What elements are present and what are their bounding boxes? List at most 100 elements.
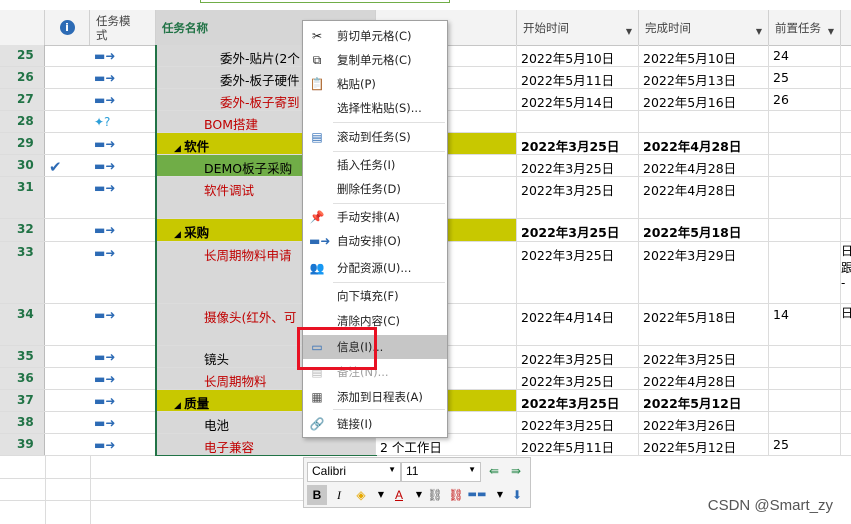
predecessors-cell[interactable]: [769, 368, 841, 389]
start-cell[interactable]: 2022年4月14日: [517, 304, 639, 345]
italic-button[interactable]: I: [329, 485, 349, 505]
start-cell[interactable]: 2022年3月25日: [517, 177, 639, 218]
finish-cell[interactable]: 2022年5月18日: [639, 304, 769, 345]
font-name-select[interactable]: Calibri ▼: [307, 462, 401, 482]
start-cell[interactable]: 2022年3月25日: [517, 242, 639, 303]
task-mode-cell[interactable]: ▬➜: [90, 67, 156, 88]
task-mode-cell[interactable]: ▬➜: [90, 304, 156, 345]
next-column-header[interactable]: [841, 10, 851, 45]
finish-header[interactable]: 完成时间 ▼: [639, 10, 769, 45]
bold-button[interactable]: B: [307, 485, 327, 505]
row-number[interactable]: 29: [0, 133, 45, 154]
task-mode-cell[interactable]: ▬➜: [90, 219, 156, 241]
finish-cell[interactable]: [639, 111, 769, 132]
menu-item-add-to-timeline[interactable]: ▦ 添加到日程表(A): [303, 385, 447, 409]
start-cell[interactable]: [517, 111, 639, 132]
predecessors-cell[interactable]: [769, 242, 841, 303]
chevron-down-icon[interactable]: ▼: [756, 25, 762, 39]
task-mode-header[interactable]: 任务模 式: [90, 10, 156, 45]
predecessors-cell[interactable]: 14: [769, 304, 841, 345]
row-number[interactable]: 28: [0, 111, 45, 132]
predecessors-cell[interactable]: [769, 133, 841, 154]
predecessors-header[interactable]: 前置任务 ▼: [769, 10, 841, 45]
start-cell[interactable]: 2022年5月11日: [517, 67, 639, 88]
start-cell[interactable]: 2022年3月25日: [517, 155, 639, 176]
predecessors-cell[interactable]: 26: [769, 89, 841, 110]
menu-item-cut-cell[interactable]: ✂ 剪切单元格(C): [303, 24, 447, 48]
start-cell[interactable]: 2022年3月25日: [517, 390, 639, 411]
chevron-down-icon[interactable]: ▼: [371, 485, 391, 505]
finish-cell[interactable]: 2022年3月29日: [639, 242, 769, 303]
chevron-down-icon[interactable]: ▼: [828, 25, 834, 39]
menu-item-scroll-to-task[interactable]: ▤ 滚动到任务(S): [303, 125, 447, 149]
task-mode-cell[interactable]: ✦?: [90, 111, 156, 132]
menu-item-paste-special[interactable]: 选择性粘贴(S)...: [303, 96, 447, 120]
row-number[interactable]: 30: [0, 155, 45, 176]
task-mode-cell[interactable]: ▬➜: [90, 434, 156, 455]
predecessors-cell[interactable]: [769, 111, 841, 132]
predecessors-cell[interactable]: [769, 390, 841, 411]
row-number[interactable]: 36: [0, 368, 45, 389]
menu-item-auto-schedule[interactable]: ▬➜ 自动安排(O): [303, 229, 447, 253]
row-number[interactable]: 33: [0, 242, 45, 303]
percent-complete-icon[interactable]: ▬▬: [467, 485, 487, 505]
task-mode-cell[interactable]: ▬➜: [90, 412, 156, 433]
menu-item-insert-task[interactable]: 插入任务(I): [303, 153, 447, 177]
finish-cell[interactable]: 2022年5月13日: [639, 67, 769, 88]
finish-cell[interactable]: 2022年5月16日: [639, 89, 769, 110]
start-cell[interactable]: 2022年3月25日: [517, 219, 639, 241]
row-number[interactable]: 27: [0, 89, 45, 110]
font-size-select[interactable]: 11 ▼: [401, 462, 481, 482]
predecessors-cell[interactable]: [769, 412, 841, 433]
finish-cell[interactable]: 2022年3月25日: [639, 346, 769, 367]
predecessors-cell[interactable]: 25: [769, 67, 841, 88]
menu-item-link[interactable]: 🔗 链接(I): [303, 412, 447, 436]
row-number[interactable]: 31: [0, 177, 45, 218]
task-mode-cell[interactable]: ▬➜: [90, 89, 156, 110]
finish-cell[interactable]: 2022年4月28日: [639, 155, 769, 176]
start-header[interactable]: 开始时间 ▼: [517, 10, 639, 45]
predecessors-cell[interactable]: 24: [769, 45, 841, 66]
row-number[interactable]: 34: [0, 304, 45, 345]
task-mode-cell[interactable]: ▬➜: [90, 242, 156, 303]
task-mode-cell[interactable]: ▬➜: [90, 390, 156, 411]
row-number[interactable]: 32: [0, 219, 45, 241]
fill-color-icon[interactable]: ◈: [351, 485, 371, 505]
menu-item-copy-cell[interactable]: ⧉ 复制单元格(C): [303, 48, 447, 72]
unlink-tasks-icon[interactable]: ⛓: [446, 485, 466, 505]
chevron-down-icon[interactable]: ▼: [626, 25, 632, 39]
predecessors-cell[interactable]: [769, 155, 841, 176]
start-cell[interactable]: 2022年3月25日: [517, 346, 639, 367]
start-cell[interactable]: 2022年5月10日: [517, 45, 639, 66]
finish-cell[interactable]: 2022年5月12日: [639, 390, 769, 411]
start-cell[interactable]: 2022年3月25日: [517, 133, 639, 154]
row-header-corner[interactable]: [0, 10, 45, 45]
predecessors-cell[interactable]: 25: [769, 434, 841, 455]
start-cell[interactable]: 2022年5月14日: [517, 89, 639, 110]
menu-item-paste[interactable]: 📋 粘贴(P): [303, 72, 447, 96]
menu-item-manual-schedule[interactable]: 📌 手动安排(A): [303, 205, 447, 229]
task-mode-cell[interactable]: ▬➜: [90, 368, 156, 389]
outdent-icon[interactable]: ⇚: [484, 461, 504, 481]
predecessors-cell[interactable]: [769, 177, 841, 218]
link-tasks-icon[interactable]: ⛓: [425, 485, 445, 505]
start-cell[interactable]: 2022年3月25日: [517, 412, 639, 433]
task-mode-cell[interactable]: ▬➜: [90, 177, 156, 218]
finish-cell[interactable]: 2022年3月26日: [639, 412, 769, 433]
menu-item-delete-task[interactable]: 删除任务(D): [303, 177, 447, 201]
finish-cell[interactable]: 2022年5月12日: [639, 434, 769, 455]
predecessors-cell[interactable]: [769, 219, 841, 241]
finish-cell[interactable]: 2022年4月28日: [639, 368, 769, 389]
indent-icon[interactable]: ⇛: [506, 461, 526, 481]
menu-item-assign-resources[interactable]: 👥 分配资源(U)...: [303, 256, 447, 280]
finish-cell[interactable]: 2022年5月18日: [639, 219, 769, 241]
row-number[interactable]: 37: [0, 390, 45, 411]
font-color-icon[interactable]: A: [389, 485, 409, 505]
row-number[interactable]: 39: [0, 434, 45, 455]
task-mode-cell[interactable]: ▬➜: [90, 346, 156, 367]
download-icon[interactable]: ⬇: [507, 485, 527, 505]
finish-cell[interactable]: 2022年5月10日: [639, 45, 769, 66]
task-mode-cell[interactable]: ▬➜: [90, 45, 156, 66]
start-cell[interactable]: 2022年3月25日: [517, 368, 639, 389]
row-number[interactable]: 26: [0, 67, 45, 88]
